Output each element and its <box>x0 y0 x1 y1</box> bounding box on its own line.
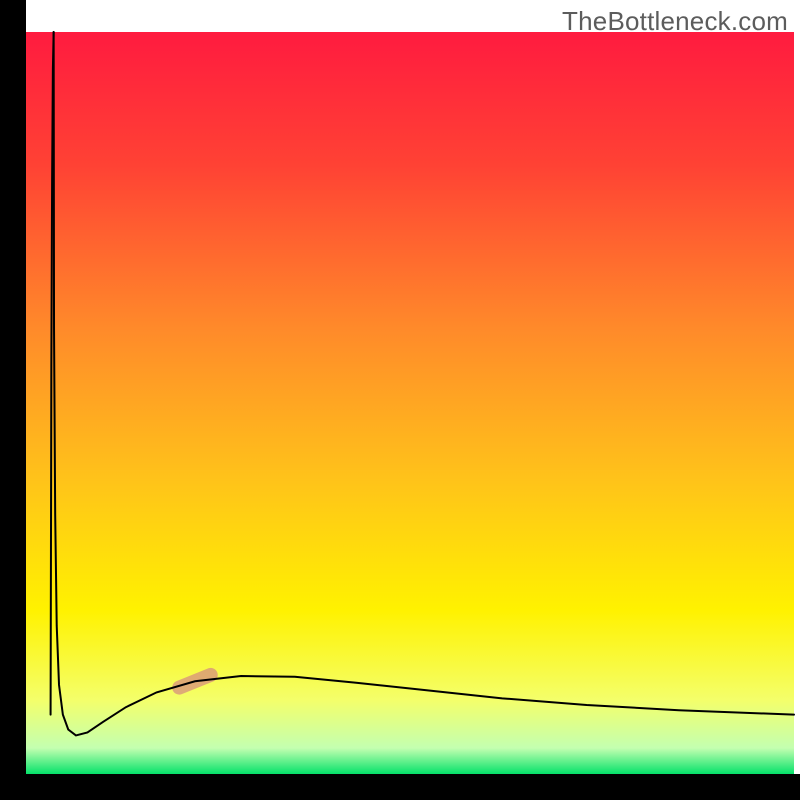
plot-background <box>26 32 794 774</box>
axis-left <box>0 0 26 800</box>
chart-svg <box>0 0 800 800</box>
chart-stage: TheBottleneck.com <box>0 0 800 800</box>
watermark-text: TheBottleneck.com <box>562 6 788 37</box>
axis-bottom <box>0 774 800 800</box>
